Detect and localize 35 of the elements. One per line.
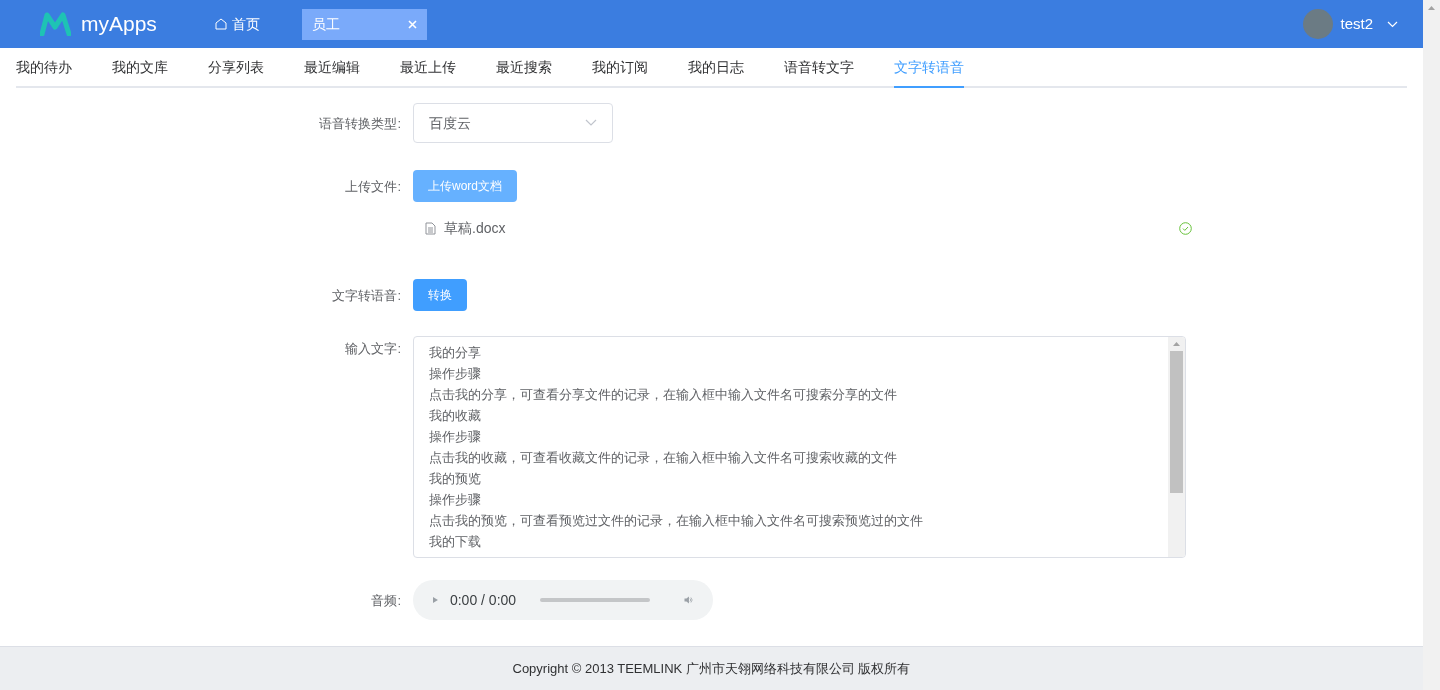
chevron-down-icon[interactable]: [1387, 20, 1398, 28]
audio-player[interactable]: 0:00 / 0:00: [413, 580, 713, 620]
scroll-up-icon[interactable]: [1173, 342, 1180, 346]
page-scrollbar[interactable]: [1423, 0, 1440, 690]
nav-tab[interactable]: 分享列表: [208, 48, 264, 88]
chevron-down-icon: [585, 119, 597, 127]
nav-tab[interactable]: 语音转文字: [784, 48, 854, 88]
nav-tab[interactable]: 最近编辑: [304, 48, 360, 88]
file-name[interactable]: 草稿.docx: [444, 217, 506, 239]
home-link[interactable]: 首页: [214, 13, 260, 35]
close-icon[interactable]: [407, 19, 417, 29]
nav-tab[interactable]: 我的订阅: [592, 48, 648, 88]
field-label: 上传文件:: [345, 179, 401, 194]
nav-tab[interactable]: 最近上传: [400, 48, 456, 88]
user-name[interactable]: test2: [1340, 12, 1373, 36]
play-icon[interactable]: [433, 594, 438, 606]
home-icon: [214, 18, 227, 30]
field-label: 文字转语音:: [332, 288, 401, 303]
nav-tab[interactable]: 最近搜索: [496, 48, 552, 88]
progress-track[interactable]: [540, 598, 651, 602]
text-input-area[interactable]: 我的分享 操作步骤 点击我的分享，可查看分享文件的记录，在输入框中输入文件名可搜索分享的文件 我的收藏 操作步骤 点击我的收藏，可查看收藏文件的记录，在输入框中输入文件名可搜索收藏的文件 我的预览 操作步骤 点击我的预览，可查看预览过文件的记录，在输入框中输入文件名可搜索预览过的文件 我的下载: [413, 336, 1186, 558]
type-select[interactable]: 百度云: [413, 103, 613, 143]
nav-tab[interactable]: 我的待办: [16, 48, 72, 88]
nav-tab[interactable]: 我的日志: [688, 48, 744, 88]
document-icon: [425, 221, 436, 235]
copyright-text: Copyright © 2013 TEEMLINK 广州市天翎网络科技有限公司 版权所有: [512, 659, 911, 678]
nav-tab[interactable]: 我的文库: [112, 48, 168, 88]
field-label: 输入文字:: [345, 341, 401, 356]
scrollbar[interactable]: [1168, 337, 1185, 557]
field-label: 音频:: [371, 593, 401, 608]
field-label: 语音转换类型:: [319, 116, 401, 131]
audio-time: 0:00 / 0:00: [449, 590, 517, 610]
scroll-up-icon[interactable]: [1428, 6, 1435, 10]
app-logo-text: myApps: [81, 11, 157, 38]
logo-icon: [40, 12, 71, 36]
